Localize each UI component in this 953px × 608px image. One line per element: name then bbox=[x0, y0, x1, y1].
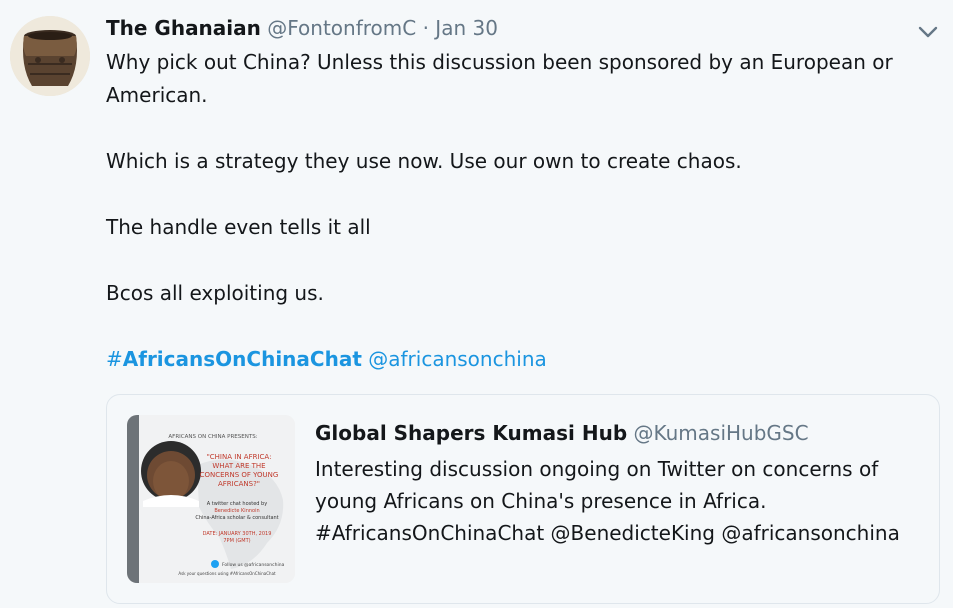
quoted-display-name[interactable]: Global Shapers Kumasi Hub bbox=[315, 421, 627, 445]
poster-image: AFRICANS ON CHINA PRESENTS: "CHINA IN AF… bbox=[127, 415, 295, 583]
tweet-line: Bcos all exploiting us. bbox=[106, 281, 324, 305]
tweet-header: The Ghanaian @FontonfromC · Jan 30 bbox=[106, 14, 498, 42]
poster-headline-line: CONCERNS OF YOUNG bbox=[200, 471, 279, 479]
tweet-menu-button[interactable] bbox=[914, 18, 942, 46]
quoted-tweet-line: Interesting discussion ongoing on Twitte… bbox=[315, 457, 879, 481]
hashtag-text: AfricansOnChinaChat bbox=[122, 347, 362, 371]
quoted-tweet-line: young Africans on China's presence in Af… bbox=[315, 489, 767, 513]
display-name[interactable]: The Ghanaian bbox=[106, 16, 261, 40]
quoted-user-handle[interactable]: @KumasiHubGSC bbox=[634, 421, 809, 445]
tweet-tags-line: #AfricansOnChinaChat @africansonchina bbox=[106, 343, 926, 376]
tweet-line: Why pick out China? Unless this discussi… bbox=[106, 50, 893, 74]
quoted-tweet-header: Global Shapers Kumasi Hub @KumasiHubGSC bbox=[315, 419, 809, 447]
poster-follow: Follow us @africansonchina bbox=[222, 562, 285, 568]
twitter-bird-icon bbox=[211, 560, 219, 568]
poster-kicker: AFRICANS ON CHINA PRESENTS: bbox=[168, 434, 257, 440]
poster-date-line: DATE: JANUARY 30TH, 2019 bbox=[203, 531, 272, 537]
poster-date-line: 7PM (GMT) bbox=[223, 538, 250, 544]
hashtag-symbol: # bbox=[106, 347, 123, 371]
mention-link[interactable]: @africansonchina bbox=[368, 347, 547, 371]
chevron-down-icon bbox=[918, 26, 938, 38]
quoted-tweet-text: Interesting discussion ongoing on Twitte… bbox=[315, 453, 925, 549]
poster-headline-line: WHAT ARE THE bbox=[212, 462, 265, 470]
tweet-line: The handle even tells it all bbox=[106, 215, 371, 239]
quoted-tweet-card[interactable]: AFRICANS ON CHINA PRESENTS: "CHINA IN AF… bbox=[106, 394, 940, 604]
poster-host-line: Benedicte Kinnoin bbox=[214, 508, 259, 514]
poster-host-line: China-Africa scholar & consultant bbox=[195, 515, 278, 521]
header-separator: · bbox=[422, 16, 429, 40]
avatar[interactable] bbox=[10, 16, 90, 96]
quoted-tweet-image[interactable]: AFRICANS ON CHINA PRESENTS: "CHINA IN AF… bbox=[127, 415, 295, 583]
quoted-tweet-line: #AfricansOnChinaChat @BenedicteKing @afr… bbox=[315, 521, 900, 545]
poster-host-line: A twitter chat hosted by bbox=[207, 501, 267, 507]
poster-headline-line: AFRICANS?" bbox=[218, 480, 260, 488]
tweet-date[interactable]: Jan 30 bbox=[435, 16, 498, 40]
user-handle[interactable]: @FontonfromC bbox=[267, 16, 416, 40]
tweet-line: American. bbox=[106, 83, 208, 107]
poster-ask: Ask your questions using #AfricansOnChin… bbox=[178, 571, 276, 576]
poster-headline-line: "CHINA IN AFRICA: bbox=[207, 453, 272, 461]
tweet-text: Why pick out China? Unless this discussi… bbox=[106, 46, 926, 376]
avatar-image bbox=[10, 16, 90, 96]
tweet-line: Which is a strategy they use now. Use ou… bbox=[106, 149, 742, 173]
hashtag-link[interactable]: #AfricansOnChinaChat bbox=[106, 347, 362, 371]
